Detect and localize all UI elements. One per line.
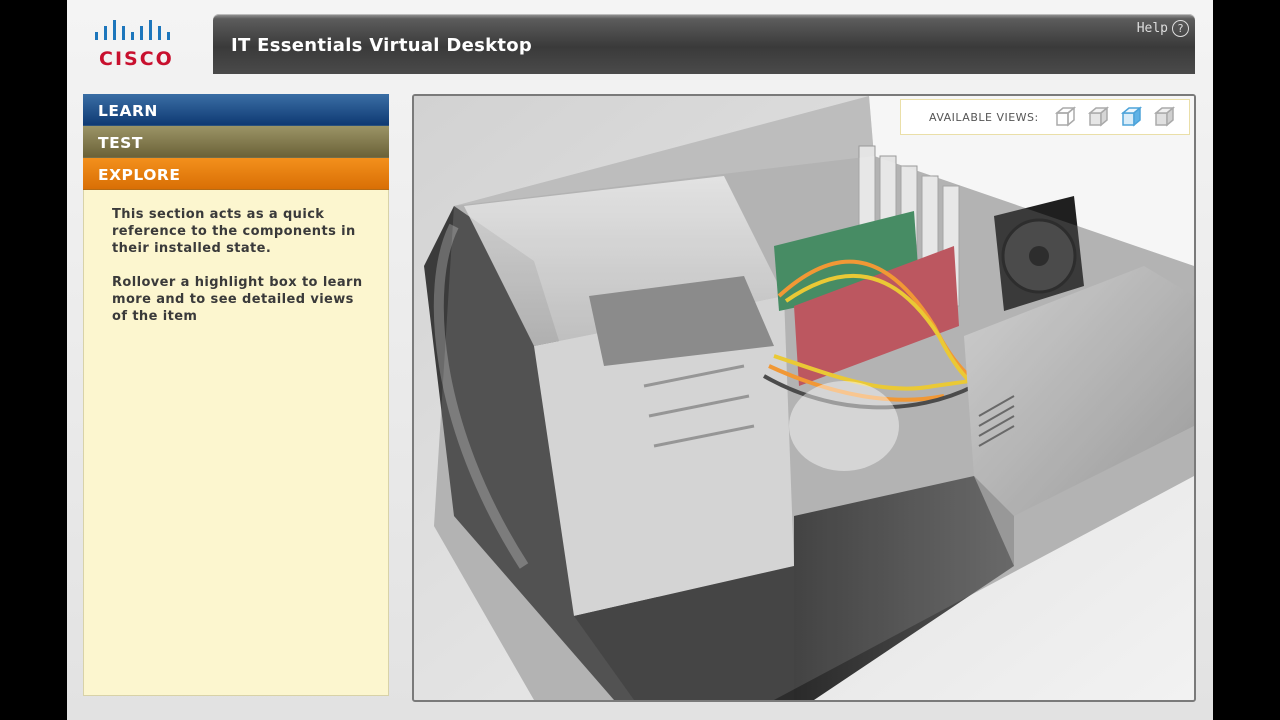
available-views-label: AVAILABLE VIEWS:	[929, 110, 1039, 124]
info-paragraph-1: This section acts as a quick reference t…	[112, 207, 356, 256]
computer-case-illustration	[414, 96, 1194, 700]
info-paragraph-2: Rollover a highlight box to learn more a…	[112, 275, 363, 324]
view-4-cube-icon[interactable]	[1153, 106, 1177, 128]
view-2-cube-icon[interactable]	[1087, 106, 1111, 128]
menu-learn[interactable]: LEARN	[83, 94, 389, 126]
help-button[interactable]: Help ?	[1137, 20, 1189, 37]
help-label: Help	[1136, 21, 1168, 36]
view-1-cube-icon[interactable]	[1054, 106, 1078, 128]
cisco-wordmark: CISCO	[99, 48, 174, 70]
title-bar: IT Essentials Virtual Desktop Help ?	[213, 14, 1195, 74]
menu-test[interactable]: TEST	[83, 126, 389, 158]
3d-viewer[interactable]: AVAILABLE VIEWS:	[412, 94, 1196, 702]
menu-explore[interactable]: EXPLORE	[83, 158, 389, 190]
app-window: CISCO IT Essentials Virtual Desktop Help…	[67, 0, 1213, 720]
cisco-bars-icon	[95, 20, 170, 40]
cisco-logo: CISCO	[89, 18, 189, 70]
sidebar: LEARN TEST EXPLORE This section acts as …	[83, 94, 389, 702]
view-3-cube-icon[interactable]	[1120, 106, 1144, 128]
info-panel: This section acts as a quick reference t…	[83, 190, 389, 696]
available-views-panel: AVAILABLE VIEWS:	[900, 99, 1190, 135]
help-icon: ?	[1172, 20, 1189, 37]
page-title: IT Essentials Virtual Desktop	[231, 35, 533, 56]
